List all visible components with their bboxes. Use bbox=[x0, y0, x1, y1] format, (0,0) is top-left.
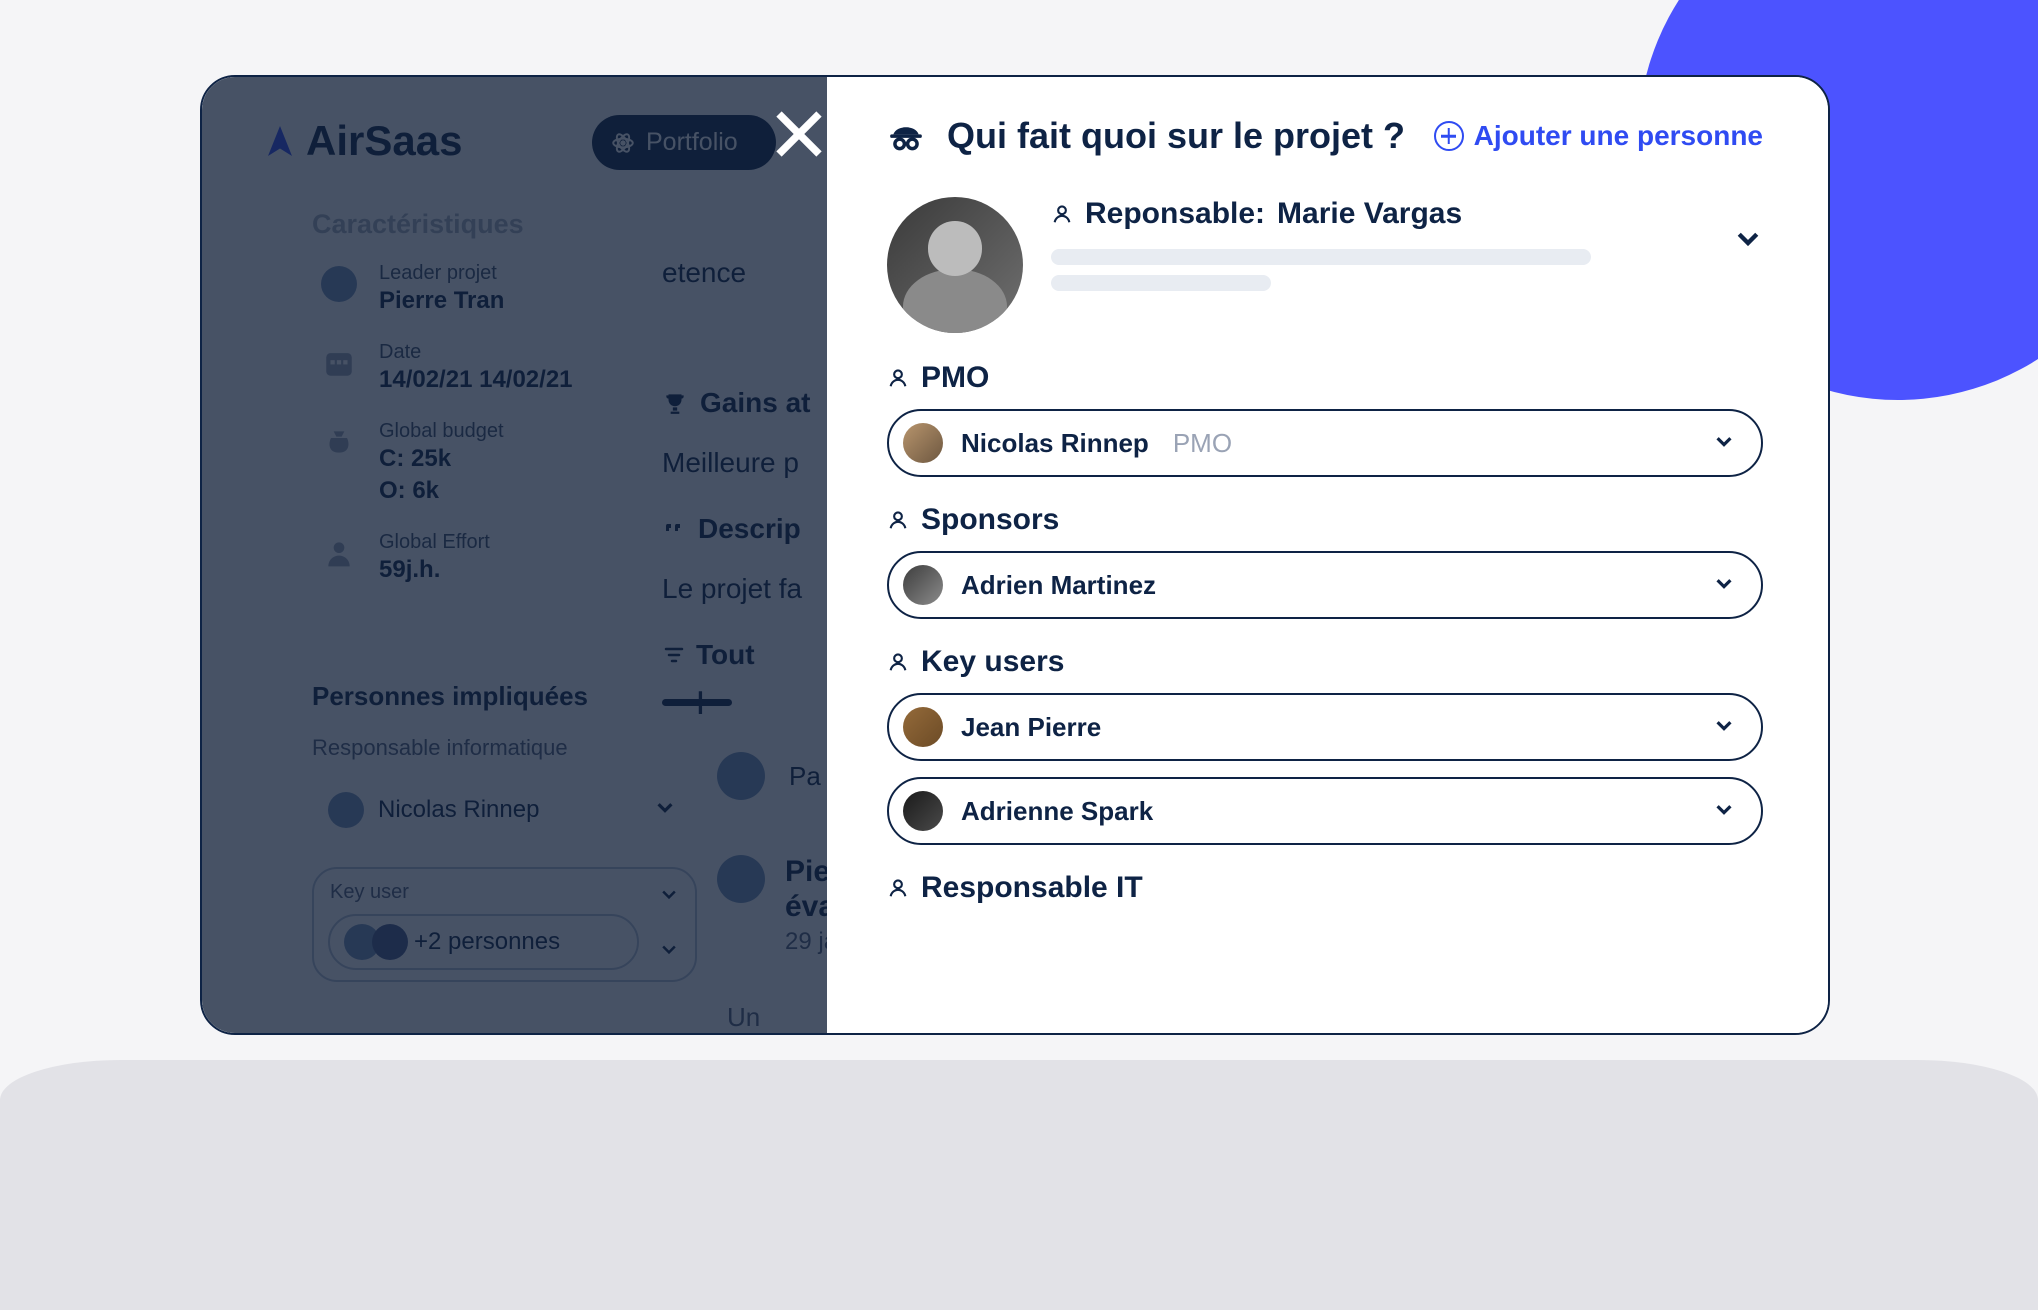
chevron-down-icon bbox=[1713, 430, 1735, 457]
user-icon bbox=[1051, 203, 1073, 225]
chevron-down-icon bbox=[1713, 572, 1735, 599]
person-pill-sponsor[interactable]: Adrien Martinez bbox=[887, 551, 1763, 619]
placeholder-line bbox=[1051, 249, 1591, 265]
user-icon bbox=[887, 877, 909, 899]
avatar bbox=[887, 197, 1023, 333]
avatar bbox=[903, 423, 943, 463]
section-label: Sponsors bbox=[921, 503, 1059, 537]
person-pill-keyuser[interactable]: Adrienne Spark bbox=[887, 777, 1763, 845]
section-responsable-it: Responsable IT bbox=[887, 871, 1763, 905]
section-sponsors: Sponsors Adrien Martinez bbox=[887, 503, 1763, 619]
chevron-down-icon bbox=[1733, 197, 1763, 262]
app-window: AirSaas Portfolio Caractéristiques Leade… bbox=[200, 75, 1830, 1035]
section-pmo: PMO Nicolas Rinnep PMO bbox=[887, 361, 1763, 477]
person-name: Adrien Martinez bbox=[961, 570, 1156, 601]
user-icon bbox=[887, 509, 909, 531]
plus-icon bbox=[1434, 121, 1464, 151]
add-person-label: Ajouter une personne bbox=[1474, 120, 1763, 152]
person-name: Nicolas Rinnep bbox=[961, 428, 1149, 459]
people-panel: Qui fait quoi sur le projet ? Ajouter un… bbox=[827, 77, 1828, 1033]
section-label: Key users bbox=[921, 645, 1064, 679]
add-person-button[interactable]: Ajouter une personne bbox=[1434, 120, 1763, 152]
section-keyusers: Key users Jean Pierre Adrienne Spark bbox=[887, 645, 1763, 845]
responsable-name: Marie Vargas bbox=[1277, 197, 1462, 231]
person-pill-keyuser[interactable]: Jean Pierre bbox=[887, 693, 1763, 761]
person-pill-pmo[interactable]: Nicolas Rinnep PMO bbox=[887, 409, 1763, 477]
modal-dim-overlay[interactable] bbox=[202, 77, 827, 1033]
panel-title: Qui fait quoi sur le projet ? bbox=[887, 115, 1405, 157]
chevron-down-icon bbox=[1713, 798, 1735, 825]
avatar bbox=[903, 707, 943, 747]
section-label: PMO bbox=[921, 361, 989, 395]
close-icon[interactable] bbox=[774, 109, 824, 159]
responsable-row[interactable]: Reponsable: Marie Vargas bbox=[887, 197, 1763, 333]
incognito-icon bbox=[887, 117, 925, 155]
person-role: PMO bbox=[1173, 428, 1232, 459]
person-name: Jean Pierre bbox=[961, 712, 1101, 743]
person-name: Adrienne Spark bbox=[961, 796, 1153, 827]
user-icon bbox=[887, 367, 909, 389]
responsable-label: Reponsable: bbox=[1085, 197, 1265, 231]
user-icon bbox=[887, 651, 909, 673]
avatar bbox=[903, 791, 943, 831]
avatar bbox=[903, 565, 943, 605]
placeholder-line bbox=[1051, 275, 1271, 291]
chevron-down-icon bbox=[1713, 714, 1735, 741]
section-label: Responsable IT bbox=[921, 871, 1143, 905]
